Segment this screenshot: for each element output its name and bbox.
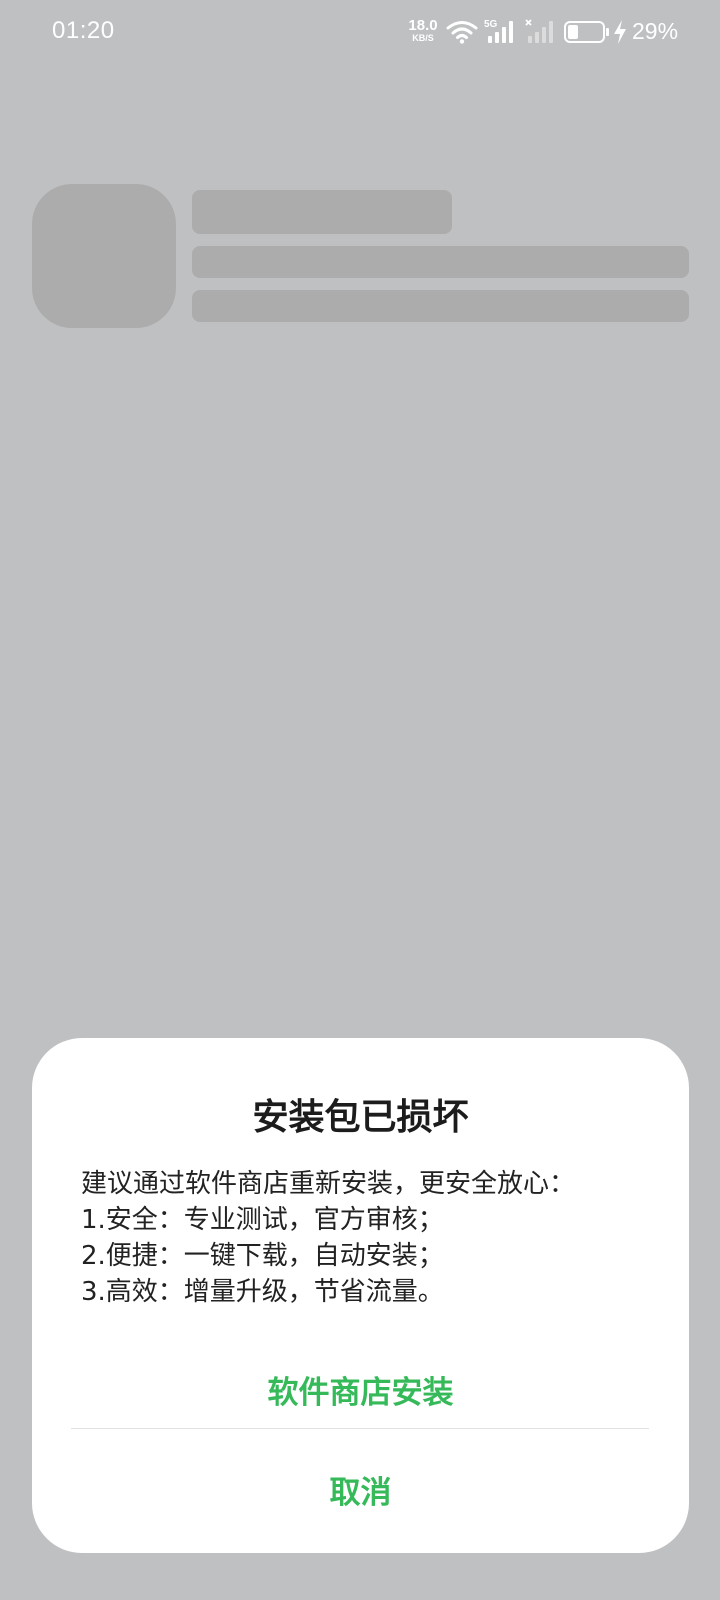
battery-percent: 29% xyxy=(632,18,679,44)
dialog-title: 安装包已损坏 xyxy=(252,1097,469,1138)
skeleton-line-title xyxy=(192,190,452,234)
status-bar: 01:20 18.0 KB/S 5G 29% xyxy=(0,0,720,66)
signal-5g-icon: 5G xyxy=(484,19,513,43)
battery-level-fill xyxy=(568,25,578,39)
dialog-divider xyxy=(71,1428,649,1429)
network-speed-value: 18.0 xyxy=(408,17,438,34)
cancel-button[interactable]: 取消 xyxy=(32,1463,689,1523)
skeleton-line-2 xyxy=(192,290,689,322)
battery-icon xyxy=(564,21,609,43)
app-icon-placeholder xyxy=(32,184,176,328)
dialog-message-line: 建议通过软件商店重新安装，更安全放心： xyxy=(81,1169,576,1199)
network-speed: 18.0 KB/S xyxy=(406,18,440,43)
status-time: 01:20 xyxy=(52,17,115,44)
skeleton-line-1 xyxy=(192,246,689,278)
wifi-icon xyxy=(446,21,478,44)
dialog-message-line: 3.高效：增量升级，节省流量。 xyxy=(81,1277,444,1307)
dialog-message-line: 2.便捷：一键下载，自动安装； xyxy=(81,1241,444,1271)
corrupted-package-dialog: 安装包已损坏 建议通过软件商店重新安装，更安全放心： 1.安全：专业测试，官方审… xyxy=(32,1038,689,1553)
install-from-app-store-button[interactable]: 软件商店安装 xyxy=(32,1363,689,1423)
signal-sim2-no-service-icon xyxy=(525,19,553,43)
dialog-message-line: 1.安全：专业测试，官方审核； xyxy=(81,1205,444,1235)
network-type-label: 5G xyxy=(484,19,498,30)
network-speed-unit: KB/S xyxy=(412,33,434,43)
charging-bolt-icon xyxy=(614,20,626,44)
dialog-message: 建议通过软件商店重新安装，更安全放心： 1.安全：专业测试，官方审核； 2.便捷… xyxy=(81,1166,661,1310)
